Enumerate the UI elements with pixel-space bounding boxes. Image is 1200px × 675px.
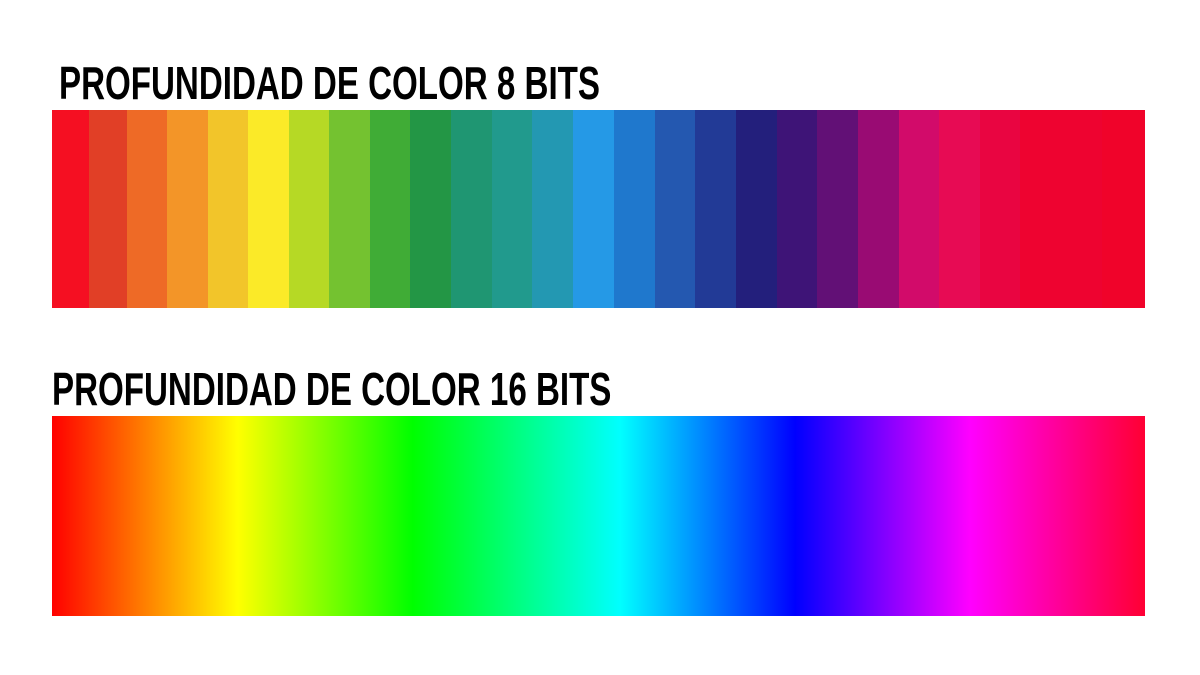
color-band-18: [736, 110, 777, 308]
color-gradient-16-bits: [52, 416, 1145, 616]
color-band-10: [410, 110, 451, 308]
color-band-26: [1061, 110, 1102, 308]
color-band-22: [899, 110, 939, 308]
color-band-25: [1020, 110, 1061, 308]
color-band-3: [127, 110, 167, 308]
color-band-12: [492, 110, 532, 308]
color-band-5: [208, 110, 248, 308]
color-band-7: [289, 110, 329, 308]
color-band-9: [370, 110, 410, 308]
color-band-17: [695, 110, 736, 308]
color-band-14: [573, 110, 614, 308]
color-band-15: [614, 110, 655, 308]
color-band-23: [939, 110, 980, 308]
color-band-8-bits: [52, 110, 1145, 308]
color-band-20: [817, 110, 858, 308]
color-band-19: [777, 110, 817, 308]
title-8-bits: PROFUNDIDAD DE COLOR 8 BITS: [59, 57, 600, 109]
color-band-27: [1102, 110, 1145, 308]
color-band-21: [858, 110, 899, 308]
color-band-16: [655, 110, 695, 308]
color-band-8: [329, 110, 370, 308]
color-band-2: [89, 110, 127, 308]
color-band-1: [52, 110, 89, 308]
color-band-24: [980, 110, 1020, 308]
title-16-bits: PROFUNDIDAD DE COLOR 16 BITS: [52, 363, 612, 415]
color-band-11: [451, 110, 492, 308]
color-band-13: [532, 110, 573, 308]
color-band-4: [167, 110, 208, 308]
color-band-6: [248, 110, 289, 308]
